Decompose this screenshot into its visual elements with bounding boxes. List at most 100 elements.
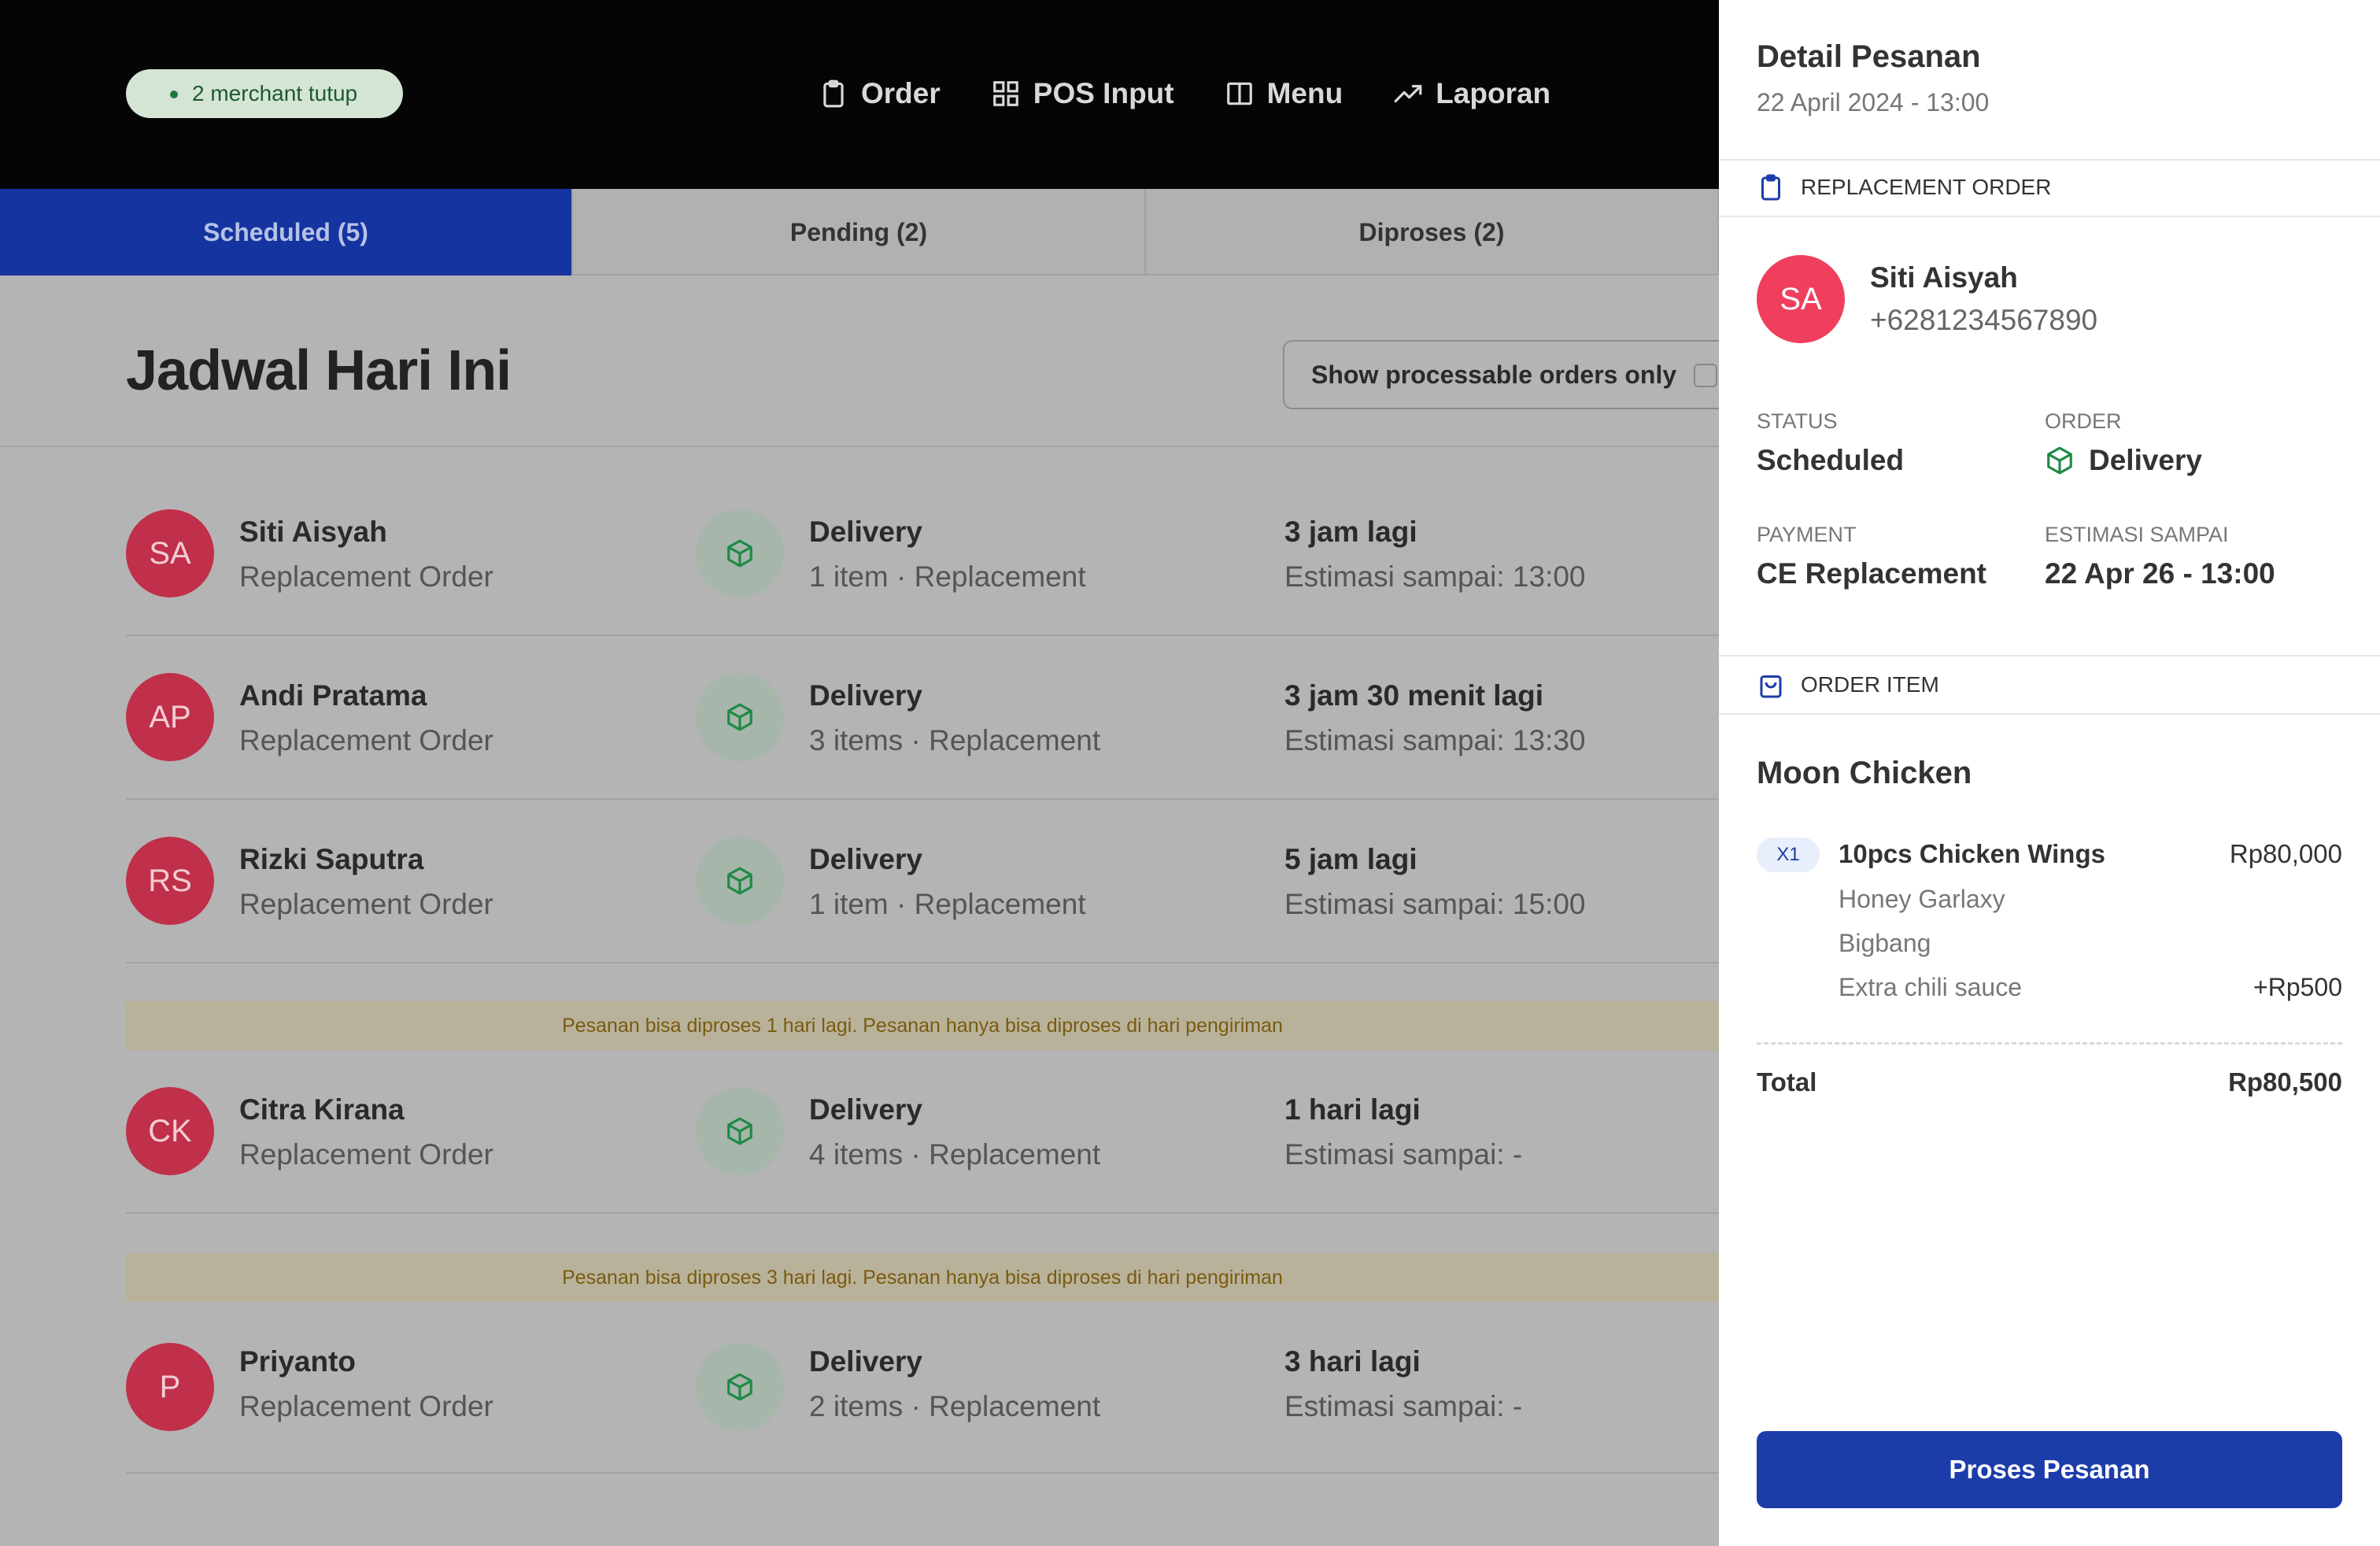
customer-name: Siti Aisyah xyxy=(1870,261,2018,294)
order-method-value: Delivery xyxy=(2045,444,2202,477)
delivery-method: Delivery xyxy=(809,1093,922,1126)
customer-name: Priyanto xyxy=(239,1345,357,1378)
customer-name: Rizki Saputra xyxy=(239,843,424,875)
nav-laporan-label: Laporan xyxy=(1436,77,1551,109)
grid-icon xyxy=(992,81,1018,106)
total-label: Total xyxy=(1757,1067,1817,1097)
order-type: Replacement Order xyxy=(239,724,493,756)
order-item-section: ORDER ITEM xyxy=(1757,671,1939,699)
order-row[interactable]: CK Citra Kirana Replacement Order Delive… xyxy=(126,1050,1719,1214)
order-type: Replacement Order xyxy=(239,1390,493,1422)
eta-relative: 3 jam 30 menit lagi xyxy=(1284,679,1544,712)
divider xyxy=(1719,655,2380,656)
eta-relative: 3 jam lagi xyxy=(1284,516,1417,548)
nav-order[interactable]: Order xyxy=(819,77,941,110)
item-name: 10pcs Chicken Wings xyxy=(1839,839,2105,868)
package-icon xyxy=(2047,446,2072,475)
status-label: STATUS xyxy=(1757,409,1838,433)
eta-relative: 1 hari lagi xyxy=(1284,1093,1421,1126)
item-modifier: Honey Garlaxy xyxy=(1839,885,2005,913)
eta-relative: 5 jam lagi xyxy=(1284,843,1417,875)
status-dot-icon xyxy=(170,91,178,98)
processable-filter-toggle[interactable]: Show processable orders only xyxy=(1283,340,1755,409)
delivery-badge xyxy=(696,1343,784,1431)
divider xyxy=(0,446,1719,447)
detail-date: 22 April 2024 - 13:00 xyxy=(1757,88,1990,117)
package-icon xyxy=(727,703,752,731)
customer-name: Andi Pratama xyxy=(239,679,427,712)
tab-diproses[interactable]: Diproses (2) xyxy=(1146,189,1719,276)
order-label: ORDER xyxy=(2045,409,2122,433)
customer-name: Citra Kirana xyxy=(239,1093,405,1126)
nav-menu-label: Menu xyxy=(1266,77,1343,109)
nav-menu[interactable]: Menu xyxy=(1225,77,1343,110)
payment-value: CE Replacement xyxy=(1757,557,1986,590)
delivery-badge xyxy=(696,673,784,761)
detail-title: Detail Pesanan xyxy=(1757,39,1981,74)
avatar: SA xyxy=(1757,255,1845,343)
merchant-status-badge[interactable]: 2 merchant tutup xyxy=(126,69,404,118)
top-bar: 2 merchant tutup Order POS Input Menu La… xyxy=(0,0,1719,189)
store-name: Moon Chicken xyxy=(1757,756,1972,790)
status-value: Scheduled xyxy=(1757,444,1905,476)
delivery-method: Delivery xyxy=(809,1345,922,1378)
eta-time: Estimasi sampai: 15:00 xyxy=(1284,888,1586,920)
order-detail-panel: Detail Pesanan 22 April 2024 - 13:00 REP… xyxy=(1719,0,2380,1546)
divider xyxy=(1719,159,2380,161)
order-type: Replacement Order xyxy=(239,560,493,593)
order-method-text: Delivery xyxy=(2089,444,2202,476)
eta-time: Estimasi sampai: - xyxy=(1284,1138,1523,1171)
delivery-method: Delivery xyxy=(809,843,922,875)
item-price: Rp80,000 xyxy=(2229,839,2342,868)
item-summary: 1 item · Replacement xyxy=(809,560,1086,593)
item-summary: 1 item · Replacement xyxy=(809,888,1086,920)
item-modifier: Extra chili sauce xyxy=(1839,973,2022,1001)
eta-time: Estimasi sampai: - xyxy=(1284,1390,1523,1422)
section-label: REPLACEMENT ORDER xyxy=(1801,175,2052,199)
item-summary: 2 items · Replacement xyxy=(809,1390,1101,1422)
delivery-method: Delivery xyxy=(809,679,922,712)
item-summary: 4 items · Replacement xyxy=(809,1138,1101,1171)
avatar: RS xyxy=(126,837,214,925)
order-row[interactable]: SA Siti Aisyah Replacement Order Deliver… xyxy=(126,472,1719,636)
package-icon xyxy=(727,867,752,895)
book-icon xyxy=(1226,82,1252,105)
eta-time: Estimasi sampai: 13:00 xyxy=(1284,560,1586,593)
item-summary: 3 items · Replacement xyxy=(809,724,1101,756)
delivery-badge xyxy=(696,837,784,925)
avatar: AP xyxy=(126,673,214,761)
delivery-method: Delivery xyxy=(809,516,922,548)
divider xyxy=(1719,216,2380,217)
nav-laporan[interactable]: Laporan xyxy=(1393,77,1550,110)
filter-label: Show processable orders only xyxy=(1311,361,1677,389)
processing-notice-banner: Pesanan bisa diproses 1 hari lagi. Pesan… xyxy=(126,1001,1719,1050)
package-icon xyxy=(727,539,752,568)
order-type: Replacement Order xyxy=(239,1138,493,1171)
clipboard-icon xyxy=(1761,174,1780,201)
filter-checkbox[interactable] xyxy=(1694,364,1717,387)
order-tabs: Scheduled (5) Pending (2) Diproses (2) xyxy=(0,189,1719,276)
order-row[interactable]: AP Andi Pratama Replacement Order Delive… xyxy=(126,636,1719,800)
order-row[interactable]: P Priyanto Replacement Order Delivery 2 … xyxy=(126,1302,1719,1474)
package-icon xyxy=(727,1373,752,1401)
payment-label: PAYMENT xyxy=(1757,523,1857,546)
merchant-status-text: 2 merchant tutup xyxy=(192,81,358,105)
quantity-badge: X1 xyxy=(1757,838,1820,872)
modifier-price: +Rp500 xyxy=(2253,973,2342,1001)
customer-phone[interactable]: +6281234567890 xyxy=(1870,304,2097,337)
avatar: SA xyxy=(126,509,214,597)
eta-relative: 3 hari lagi xyxy=(1284,1345,1421,1378)
nav-order-label: Order xyxy=(861,77,941,109)
order-type: Replacement Order xyxy=(239,888,493,920)
nav-pos-input[interactable]: POS Input xyxy=(991,77,1174,110)
delivery-badge xyxy=(696,1087,784,1175)
replacement-order-section: REPLACEMENT ORDER xyxy=(1757,173,2051,202)
tab-pending[interactable]: Pending (2) xyxy=(573,189,1146,276)
trend-up-icon xyxy=(1394,84,1422,103)
shopping-bag-icon xyxy=(1760,675,1782,698)
tab-scheduled[interactable]: Scheduled (5) xyxy=(0,189,573,276)
package-icon xyxy=(727,1117,752,1145)
item-modifier: Bigbang xyxy=(1839,929,1931,957)
order-row[interactable]: RS Rizki Saputra Replacement Order Deliv… xyxy=(126,800,1719,963)
process-order-button[interactable]: Proses Pesanan xyxy=(1757,1431,2342,1508)
